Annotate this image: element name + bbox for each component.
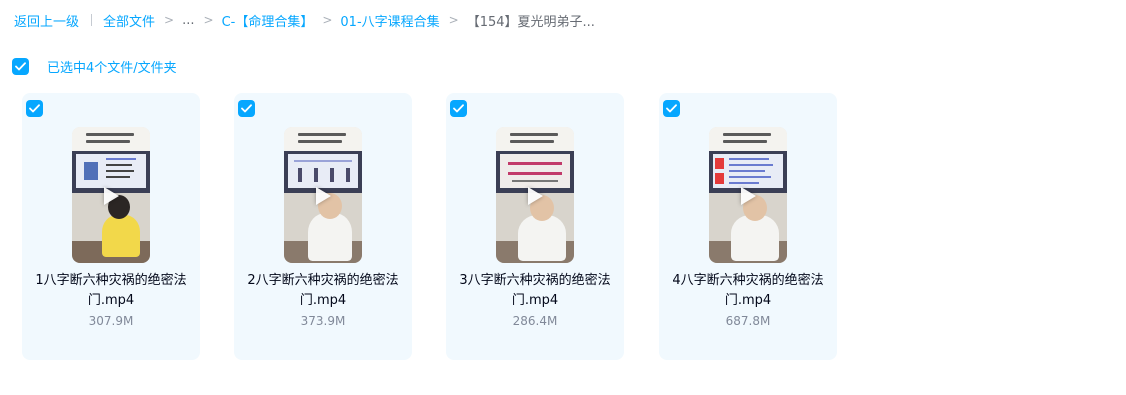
file-name[interactable]: 2八字断六种灾祸的绝密法 门.mp4 [234,271,412,311]
file-card[interactable]: 2八字断六种灾祸的绝密法 门.mp4 373.9M [234,93,412,360]
file-size: 286.4M [512,314,558,328]
thumbnail-caption [284,127,362,151]
video-thumbnail[interactable] [709,127,787,263]
video-thumbnail[interactable] [72,127,150,263]
checkmark-icon [241,104,252,113]
chevron-right-icon: > [322,13,333,27]
breadcrumb-item-all-files[interactable]: 全部文件 [103,11,155,30]
thumbnail-caption [709,127,787,151]
breadcrumb-item-bazi[interactable]: 01-八字课程合集 [340,11,439,30]
breadcrumb: 返回上一级 全部文件 > ... > C-【命理合集】 > 01-八字课程合集 … [14,10,595,30]
file-checkbox[interactable] [238,100,255,117]
chevron-right-icon: > [164,13,175,27]
file-size: 687.8M [725,314,771,328]
file-checkbox[interactable] [26,100,43,117]
thumbnail-caption [496,127,574,151]
file-card[interactable]: 4八字断六种灾祸的绝密法 门.mp4 687.8M [659,93,837,360]
chevron-right-icon: > [448,13,459,27]
file-checkbox[interactable] [450,100,467,117]
checkmark-icon [15,61,26,70]
file-checkbox[interactable] [663,100,680,117]
thumbnail-caption [72,127,150,151]
checkmark-icon [453,104,464,113]
chevron-right-icon: > [203,13,214,27]
checkmark-icon [29,104,40,113]
play-icon [316,187,331,205]
breadcrumb-item-mingli[interactable]: C-【命理合集】 [222,11,314,30]
file-card[interactable]: 3八字断六种灾祸的绝密法 门.mp4 286.4M [446,93,624,360]
selection-status: 已选中4个文件/文件夹 [47,60,177,76]
play-icon [104,187,119,205]
back-link[interactable]: 返回上一级 [14,11,79,30]
file-card[interactable]: 1八字断六种灾祸的绝密法 门.mp4 307.9M [22,93,200,360]
breadcrumb-divider [91,14,93,26]
video-thumbnail[interactable] [496,127,574,263]
checkmark-icon [666,104,677,113]
file-browser: 返回上一级 全部文件 > ... > C-【命理合集】 > 01-八字课程合集 … [0,0,1126,395]
file-name[interactable]: 1八字断六种灾祸的绝密法 门.mp4 [22,271,200,311]
breadcrumb-current: 【154】夏光明弟子... [466,14,595,30]
file-size: 307.9M [88,314,134,328]
video-thumbnail[interactable] [284,127,362,263]
file-name[interactable]: 3八字断六种灾祸的绝密法 门.mp4 [446,271,624,311]
file-size: 373.9M [300,314,346,328]
file-name[interactable]: 4八字断六种灾祸的绝密法 门.mp4 [659,271,837,311]
play-icon [741,187,756,205]
selection-bar: 已选中4个文件/文件夹 [12,57,177,76]
play-icon [528,187,543,205]
breadcrumb-item-ellipsis[interactable]: ... [182,13,194,28]
select-all-checkbox[interactable] [12,57,29,75]
